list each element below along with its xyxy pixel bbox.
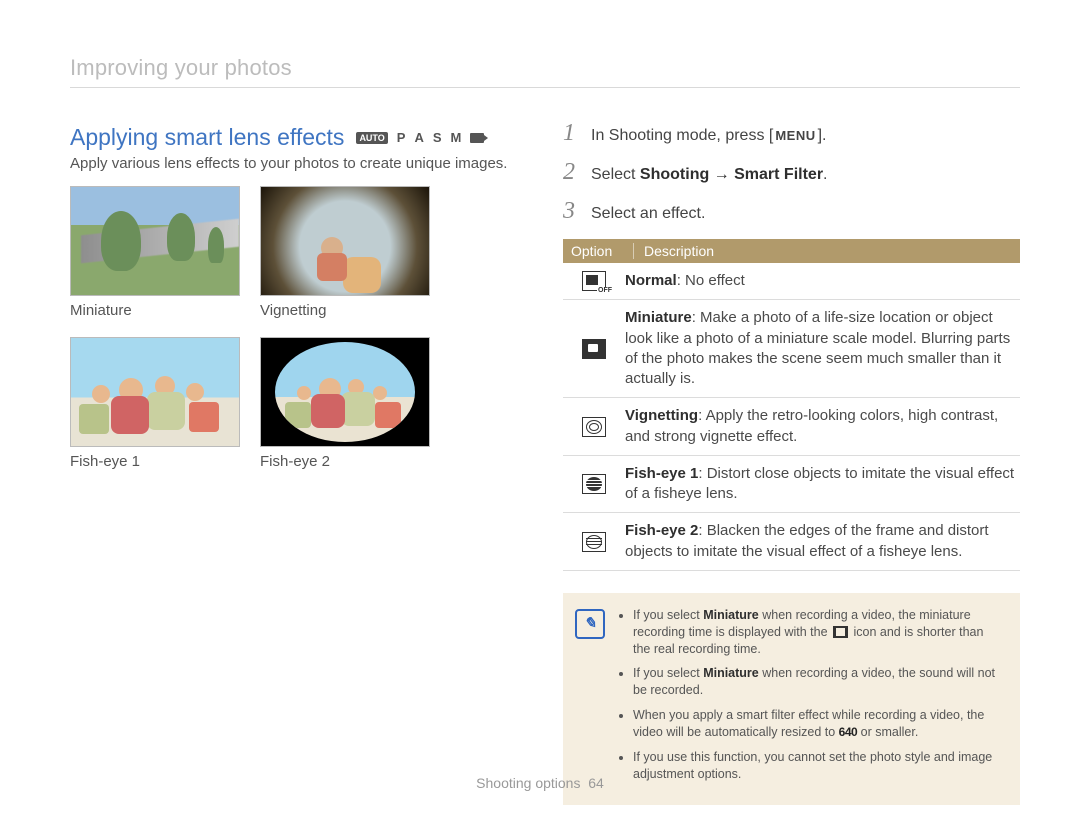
option-icon-vignetting [563, 406, 625, 447]
left-column: Applying smart lens effects AUTO P A S M… [70, 116, 515, 805]
note-3a: When you apply a smart filter effect whi… [633, 708, 984, 739]
mode-auto-icon: AUTO [356, 132, 387, 144]
row-normal-sep: : [677, 272, 685, 289]
row-fisheye1: Fish-eye 1: Distort close objects to imi… [563, 456, 1020, 514]
note-2a: If you select [633, 666, 703, 680]
page-footer: Shooting options 64 [0, 775, 1080, 791]
footer-page-number: 64 [588, 775, 604, 791]
thumb-fisheye1 [70, 337, 240, 447]
intro-text: Apply various lens effects to your photo… [70, 155, 515, 172]
options-table-header: Option Description [563, 239, 1020, 263]
option-icon-miniature [563, 308, 625, 389]
miniature-glyph-icon [833, 626, 848, 638]
section-heading: Applying smart lens effects AUTO P A S M [70, 124, 515, 151]
mode-p-icon: P [397, 130, 406, 145]
step-1-pre: In Shooting mode, press [ [591, 127, 773, 144]
vignette-icon [582, 417, 606, 437]
note-icon: ✎ [575, 609, 605, 639]
row-fisheye2-sep: : [698, 522, 706, 539]
miniature-icon [582, 339, 606, 359]
thumbnail-grid: Miniature Vignetting Fish-eye 1 Fish-eye… [70, 186, 515, 484]
mode-s-icon: S [433, 130, 442, 145]
thumb-miniature-label: Miniature [70, 302, 240, 319]
content-columns: Applying smart lens effects AUTO P A S M… [70, 116, 1020, 805]
heading-text: Applying smart lens effects [70, 124, 344, 151]
note-1b: Miniature [703, 608, 759, 622]
thumb-fisheye2 [260, 337, 430, 447]
right-column: 1 In Shooting mode, press [MENU]. 2 Sele… [563, 116, 1020, 805]
mode-m-icon: M [451, 130, 462, 145]
step-2-pre: Select [591, 166, 640, 183]
thumb-fisheye2-label: Fish-eye 2 [260, 453, 430, 470]
step-3: 3 Select an effect. [563, 198, 1020, 225]
note-1a: If you select [633, 608, 703, 622]
footer-section: Shooting options [476, 775, 580, 791]
mode-a-icon: A [414, 130, 423, 145]
row-miniature: Miniature: Make a photo of a life-size l… [563, 300, 1020, 398]
step-number: 1 [563, 120, 581, 147]
row-normal: Normal: No effect [563, 263, 1020, 300]
row-vignetting: Vignetting: Apply the retro-looking colo… [563, 398, 1020, 456]
step-number: 3 [563, 198, 581, 225]
row-normal-text: No effect [685, 272, 745, 289]
fisheye1-icon [582, 474, 606, 494]
note-3c: or smaller. [857, 725, 918, 739]
steps-list: 1 In Shooting mode, press [MENU]. 2 Sele… [563, 120, 1020, 225]
row-miniature-sep: : [692, 309, 700, 326]
option-icon-normal [563, 271, 625, 291]
th-option: Option [563, 243, 634, 259]
thumb-fisheye1-label: Fish-eye 1 [70, 453, 240, 470]
page: Improving your photos Applying smart len… [0, 0, 1080, 815]
step-2-bold: Shooting → Smart Filter [640, 166, 823, 183]
mode-icons: AUTO P A S M [356, 130, 484, 145]
thumb-vignetting-label: Vignetting [260, 302, 430, 319]
step-2-text: Select Shooting → Smart Filter. [591, 166, 828, 184]
thumb-vignetting [260, 186, 430, 296]
step-2-post: . [823, 166, 827, 183]
step-number: 2 [563, 159, 581, 186]
step-1-text: In Shooting mode, press [MENU]. [591, 127, 827, 145]
thumb-miniature [70, 186, 240, 296]
row-fisheye1-label: Fish-eye 1 [625, 465, 698, 482]
option-icon-fisheye2 [563, 521, 625, 562]
step-3-text: Select an effect. [591, 205, 705, 223]
note-2: If you select Miniature when recording a… [633, 665, 1004, 699]
fisheye2-icon [582, 532, 606, 552]
row-vignetting-sep: : [698, 407, 706, 424]
breadcrumb: Improving your photos [70, 55, 1020, 81]
step-1: 1 In Shooting mode, press [MENU]. [563, 120, 1020, 147]
mode-video-icon [470, 133, 484, 143]
note-2b: Miniature [703, 666, 759, 680]
row-fisheye2: Fish-eye 2: Blacken the edges of the fra… [563, 513, 1020, 571]
th-description: Description [634, 243, 714, 259]
note-box: ✎ If you select Miniature when recording… [563, 593, 1020, 805]
row-vignetting-label: Vignetting [625, 407, 698, 424]
note-1: If you select Miniature when recording a… [633, 607, 1004, 658]
row-miniature-label: Miniature [625, 309, 692, 326]
row-fisheye1-sep: : [698, 465, 706, 482]
menu-glyph: MENU [773, 128, 817, 143]
divider [70, 87, 1020, 88]
glyph-640: 640 [839, 724, 858, 740]
off-icon [582, 271, 606, 291]
note-list: If you select Miniature when recording a… [615, 607, 1004, 791]
option-icon-fisheye1 [563, 464, 625, 505]
step-1-post: ]. [818, 127, 827, 144]
step-2: 2 Select Shooting → Smart Filter. [563, 159, 1020, 186]
row-fisheye2-label: Fish-eye 2 [625, 522, 698, 539]
options-table-body: Normal: No effect Miniature: Make a phot… [563, 263, 1020, 571]
row-normal-label: Normal [625, 272, 677, 289]
note-3: When you apply a smart filter effect whi… [633, 707, 1004, 741]
